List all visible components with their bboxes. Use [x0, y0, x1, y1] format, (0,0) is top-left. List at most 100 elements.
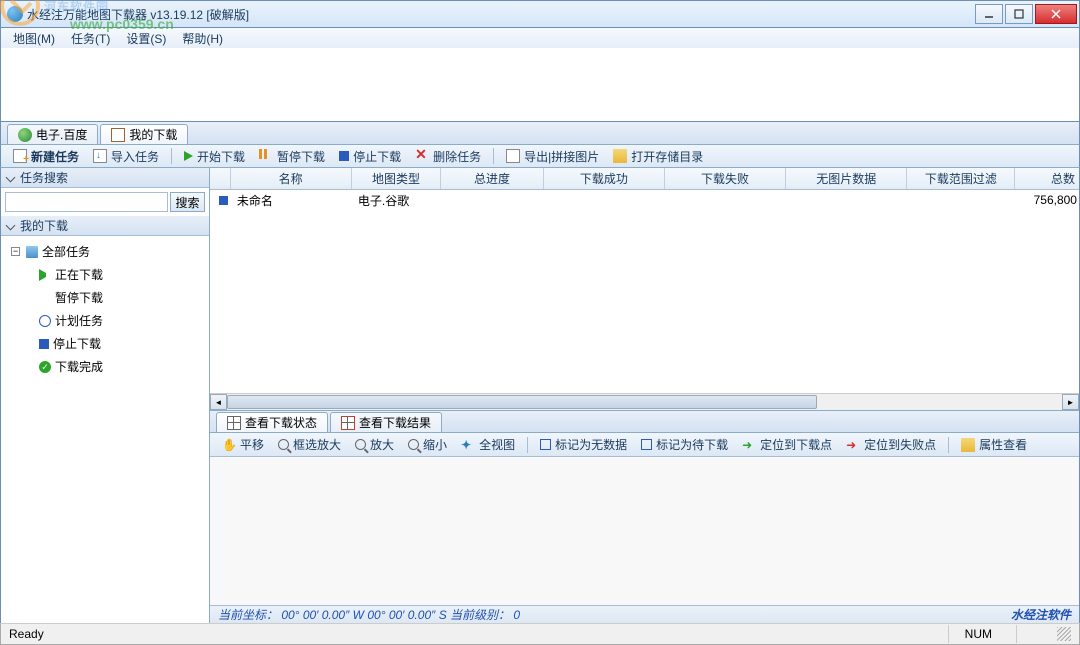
th-total[interactable]: 总数: [1015, 168, 1079, 189]
import-icon: [93, 149, 107, 163]
menu-map[interactable]: 地图(M): [5, 28, 63, 49]
tab-my-downloads[interactable]: 我的下载: [100, 124, 188, 144]
arrow-right-icon: ➜: [742, 438, 756, 452]
tree-node-paused[interactable]: 暂停下载: [39, 286, 205, 309]
tree-node-completed[interactable]: ✓下载完成: [39, 355, 205, 378]
fullview-icon: ✦: [461, 438, 475, 452]
zoom-rect-button[interactable]: 框选放大: [272, 435, 347, 455]
goto-download-button[interactable]: ➜定位到下载点: [736, 435, 838, 455]
result-viewport[interactable]: [210, 457, 1079, 605]
stop-download-button[interactable]: 停止下载: [333, 146, 407, 166]
status-ready: Ready: [9, 627, 44, 641]
search-input[interactable]: [5, 192, 168, 212]
result-tabs: 查看下载状态 查看下载结果: [210, 411, 1079, 433]
minimize-button[interactable]: [975, 4, 1003, 24]
properties-button[interactable]: 属性查看: [955, 435, 1033, 455]
folder-icon: [613, 149, 627, 163]
target-icon: [641, 439, 652, 450]
globe-icon: [18, 128, 32, 142]
content-pane: 名称 地图类型 总进度 下载成功 下载失败 无图片数据 下载范围过滤 总数 未命…: [210, 168, 1079, 623]
list-icon: [111, 128, 125, 142]
separator: [171, 148, 172, 164]
clock-icon: [39, 315, 51, 327]
tree-node-stopped[interactable]: 停止下载: [39, 332, 205, 355]
search-button[interactable]: 搜索: [170, 192, 205, 212]
zoom-in-icon: [355, 439, 366, 450]
watermark-url: www.pc0359.cn: [70, 16, 174, 32]
grid-icon: [341, 416, 355, 430]
result-toolbar: ✋平移 框选放大 放大 缩小 ✦全视图 标记为无数据 标记为待下载 ➜定位到下载…: [210, 433, 1079, 457]
tab-download-status[interactable]: 查看下载状态: [216, 412, 328, 432]
pan-button[interactable]: ✋平移: [216, 435, 270, 455]
full-view-button[interactable]: ✦全视图: [455, 435, 521, 455]
stop-icon: [39, 339, 49, 349]
delete-icon: ✕: [415, 149, 429, 163]
table-header: 名称 地图类型 总进度 下载成功 下载失败 无图片数据 下载范围过滤 总数: [210, 168, 1079, 190]
maximize-button[interactable]: [1005, 4, 1033, 24]
tree-node-planned[interactable]: 计划任务: [39, 309, 205, 332]
th-name[interactable]: 名称: [231, 168, 352, 189]
brand-label: 水经注软件: [1011, 606, 1071, 623]
collapse-icon[interactable]: −: [11, 247, 20, 256]
result-statusbar: 当前坐标： 00° 00′ 0.00″ W 00° 00′ 0.00″ S 当前…: [210, 605, 1079, 623]
tree-node-downloading[interactable]: 正在下载: [39, 263, 205, 286]
th-type[interactable]: 地图类型: [352, 168, 442, 189]
zoom-out-icon: [408, 439, 419, 450]
tree-root-all-tasks[interactable]: − 全部任务: [11, 240, 205, 263]
stop-icon: [339, 151, 349, 161]
cell-name: 未命名: [231, 192, 352, 209]
th-filter[interactable]: 下载范围过滤: [907, 168, 1015, 189]
hand-icon: ✋: [222, 438, 236, 452]
horizontal-scrollbar[interactable]: ◄ ►: [210, 393, 1079, 410]
tab-map-baidu[interactable]: 电子.百度: [7, 124, 98, 144]
target-icon: [540, 439, 551, 450]
resize-gripper[interactable]: [1057, 627, 1071, 641]
cell-type: 电子.谷歌: [352, 192, 442, 209]
close-button[interactable]: [1035, 4, 1077, 24]
th-success[interactable]: 下载成功: [544, 168, 665, 189]
menu-help[interactable]: 帮助(H): [174, 28, 231, 49]
th-fail[interactable]: 下载失败: [665, 168, 786, 189]
task-tree: − 全部任务 正在下载 暂停下载 计划任务 停止下载 ✓下载完成: [1, 236, 209, 382]
tab-label: 我的下载: [129, 126, 177, 143]
scroll-right-button[interactable]: ►: [1062, 394, 1079, 410]
th-progress[interactable]: 总进度: [441, 168, 544, 189]
export-icon: [506, 149, 520, 163]
zoom-in-button[interactable]: 放大: [349, 435, 400, 455]
goto-fail-button[interactable]: ➜定位到失败点: [840, 435, 942, 455]
top-panel: [0, 48, 1080, 122]
arrow-right-red-icon: ➜: [846, 438, 860, 452]
main-tabs: 电子.百度 我的下载: [0, 122, 1080, 144]
grid-icon: [227, 416, 241, 430]
properties-icon: [961, 438, 975, 452]
downloads-panel-header[interactable]: 我的下载: [1, 216, 209, 236]
result-panel: 查看下载状态 查看下载结果 ✋平移 框选放大 放大 缩小 ✦全视图 标记为无数据…: [210, 410, 1079, 623]
th-selector[interactable]: [210, 168, 231, 189]
tab-label: 电子.百度: [36, 126, 87, 143]
zoom-out-button[interactable]: 缩小: [402, 435, 453, 455]
new-task-button[interactable]: 新建任务: [7, 146, 85, 166]
check-icon: ✓: [39, 361, 51, 373]
scroll-left-button[interactable]: ◄: [210, 394, 227, 410]
separator: [948, 437, 949, 453]
play-icon: [39, 269, 51, 281]
tab-download-result[interactable]: 查看下载结果: [330, 412, 442, 432]
app-statusbar: Ready NUM: [0, 623, 1080, 645]
table-body: 未命名 电子.谷歌 756,800: [210, 190, 1079, 393]
pause-icon: [39, 292, 51, 304]
table-row[interactable]: 未命名 电子.谷歌 756,800: [210, 190, 1079, 210]
mark-nodata-button[interactable]: 标记为无数据: [534, 435, 633, 455]
export-stitch-button[interactable]: 导出|拼接图片: [500, 146, 605, 166]
search-panel-header[interactable]: 任务搜索: [1, 168, 209, 188]
mark-pending-button[interactable]: 标记为待下载: [635, 435, 734, 455]
main-toolbar: 新建任务 导入任务 开始下载 暂停下载 停止下载 ✕删除任务 导出|拼接图片 打…: [0, 144, 1080, 168]
delete-task-button[interactable]: ✕删除任务: [409, 146, 487, 166]
pause-download-button[interactable]: 暂停下载: [253, 146, 331, 166]
open-folder-button[interactable]: 打开存储目录: [607, 146, 709, 166]
play-icon: [184, 151, 193, 161]
import-task-button[interactable]: 导入任务: [87, 146, 165, 166]
start-download-button[interactable]: 开始下载: [178, 146, 251, 166]
pause-icon: [259, 149, 273, 163]
th-nopic[interactable]: 无图片数据: [786, 168, 907, 189]
scroll-thumb[interactable]: [227, 395, 817, 409]
